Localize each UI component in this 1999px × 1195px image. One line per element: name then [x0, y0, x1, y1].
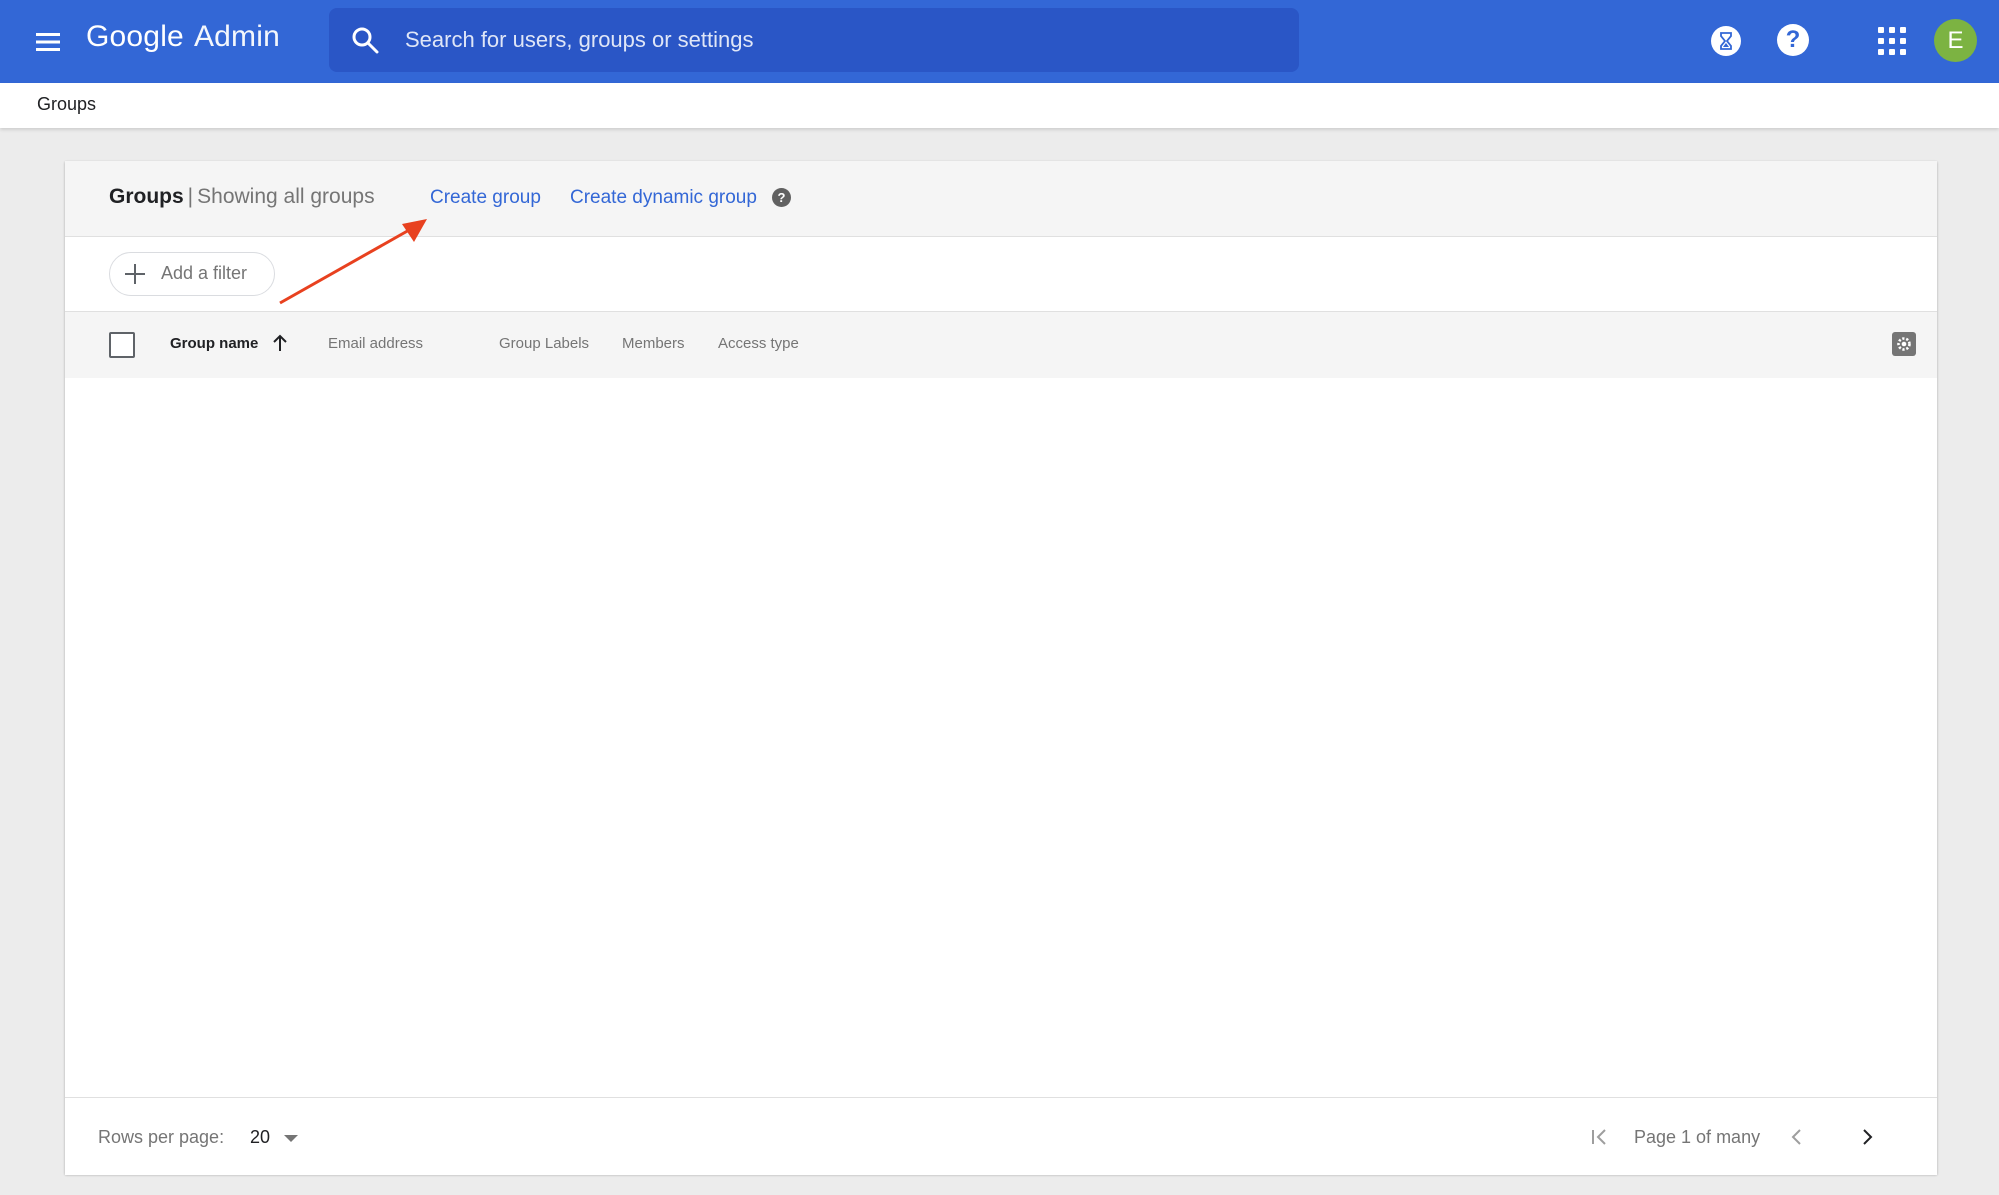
- page-title-main: Groups: [109, 185, 184, 208]
- search-bar: [329, 8, 1299, 72]
- create-dynamic-group-link[interactable]: Create dynamic group: [570, 187, 757, 209]
- rows-per-page-value: 20: [250, 1127, 271, 1147]
- column-settings-button[interactable]: [1892, 332, 1916, 356]
- rows-per-page-label: Rows per page:: [98, 1127, 225, 1147]
- hourglass-icon: [1720, 32, 1732, 50]
- column-header-email-address[interactable]: Email address: [328, 335, 423, 352]
- table-header: Group name Email address Group Labels Me…: [65, 311, 1937, 379]
- groups-card: Groups | Showing all groups Create group C…: [65, 161, 1937, 1175]
- plus-icon: [124, 263, 146, 285]
- search-icon[interactable]: [351, 26, 379, 54]
- search-input[interactable]: [405, 8, 1265, 72]
- page-title: Groups | Showing all groups: [109, 185, 375, 209]
- gear-icon: [1897, 337, 1911, 351]
- sort-ascending-icon[interactable]: [272, 334, 288, 352]
- chevron-down-icon: [284, 1135, 298, 1142]
- pagination-footer: Rows per page: 20 Page 1 of many: [65, 1097, 1937, 1175]
- add-filter-label: Add a filter: [161, 263, 248, 283]
- breadcrumb-bar: Groups: [0, 83, 1999, 128]
- select-all-checkbox[interactable]: [109, 332, 135, 358]
- help-button[interactable]: ?: [1777, 24, 1809, 56]
- column-header-group-name[interactable]: Group name: [170, 335, 258, 352]
- filter-row: Add a filter: [65, 237, 1937, 311]
- top-app-bar: Google Admin ? E: [0, 0, 1999, 83]
- brand-admin: Admin: [193, 20, 280, 53]
- tasks-button[interactable]: [1711, 26, 1741, 56]
- title-separator: |: [187, 185, 194, 208]
- rows-per-page-select[interactable]: 20: [250, 1122, 310, 1152]
- column-header-group-labels[interactable]: Group Labels: [499, 335, 589, 352]
- google-admin-logo[interactable]: Google Admin: [86, 20, 280, 54]
- apps-grid-icon[interactable]: [1877, 26, 1907, 56]
- card-header: Groups | Showing all groups Create group C…: [65, 161, 1937, 237]
- hamburger-menu-icon: [36, 33, 60, 51]
- next-page-icon[interactable]: [1855, 1125, 1879, 1149]
- add-filter-button[interactable]: Add a filter: [109, 252, 275, 296]
- info-icon[interactable]: ?: [772, 188, 791, 207]
- brand-google: Google: [86, 20, 184, 53]
- column-header-members[interactable]: Members: [622, 335, 685, 352]
- first-page-icon[interactable]: [1588, 1125, 1612, 1149]
- main-menu-button[interactable]: [28, 22, 68, 62]
- help-icon: ?: [1785, 26, 1801, 53]
- page-indicator: Page 1 of many: [1634, 1127, 1761, 1147]
- breadcrumb-groups[interactable]: Groups: [37, 94, 96, 115]
- account-avatar[interactable]: E: [1934, 19, 1977, 62]
- column-header-access-type[interactable]: Access type: [718, 335, 799, 352]
- groups-table-body: [65, 378, 1937, 1098]
- page-title-subtitle: Showing all groups: [197, 185, 375, 208]
- previous-page-icon[interactable]: [1785, 1125, 1809, 1149]
- create-group-link[interactable]: Create group: [430, 187, 541, 209]
